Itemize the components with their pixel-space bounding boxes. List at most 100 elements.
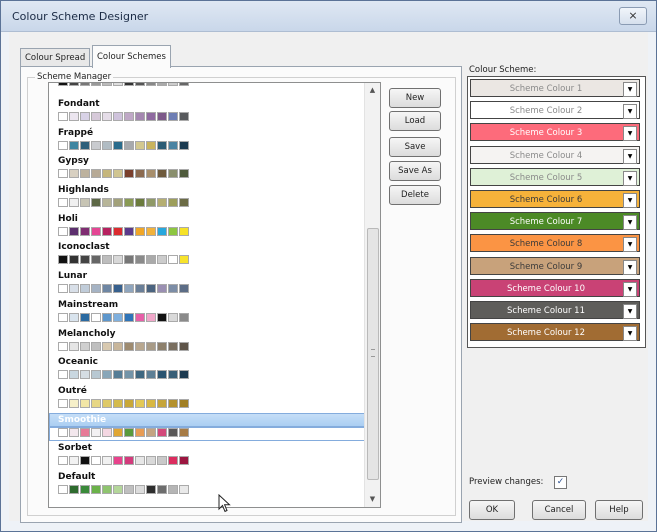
chevron-down-icon[interactable]: ▼: [623, 304, 637, 319]
colour-swatch: [124, 140, 134, 150]
save-button[interactable]: Save: [389, 137, 441, 157]
colour-swatch: [91, 112, 101, 121]
scheme-colour-row[interactable]: Scheme Colour 4 ▼: [470, 145, 640, 164]
colour-swatch: [91, 169, 101, 179]
close-button[interactable]: ⨯: [619, 7, 647, 25]
scheme-colour-row[interactable]: Scheme Colour 6 ▼: [470, 190, 640, 208]
scheme-swatch-strip: [58, 484, 189, 495]
colour-swatch: [102, 312, 112, 322]
new-button[interactable]: New: [389, 88, 441, 108]
scheme-list-item[interactable]: Lunar: [49, 268, 365, 297]
colour-swatch: [102, 484, 112, 494]
scheme-colour-row[interactable]: Scheme Colour 5 ▼: [470, 167, 640, 186]
colour-swatch: [113, 341, 123, 351]
colour-swatch: [157, 484, 167, 494]
chevron-down-icon[interactable]: ▼: [623, 104, 637, 120]
scheme-name: Frappé: [58, 127, 94, 138]
chevron-down-icon[interactable]: ▼: [623, 259, 637, 275]
colour-swatch: [69, 370, 79, 380]
scheme-list-item[interactable]: Sorbet: [49, 440, 365, 469]
colour-swatch: [113, 312, 123, 322]
cancel-button[interactable]: Cancel: [532, 500, 586, 520]
scheme-colour-label: Scheme Colour 10: [507, 283, 585, 294]
colour-swatch: [146, 427, 156, 437]
tab-colour-schemes[interactable]: Colour Schemes: [92, 45, 171, 68]
scheme-list-item[interactable]: Mainstream: [49, 297, 365, 326]
scheme-colour-row[interactable]: Scheme Colour 7 ▼: [470, 212, 640, 231]
load-button[interactable]: Load: [389, 111, 441, 131]
colour-swatch: [146, 312, 156, 322]
colour-schemes-panel: Scheme Manager Fondant Frappé Gypsy Highlan…: [20, 66, 462, 523]
colour-swatch: [102, 169, 112, 179]
scheme-list-item[interactable]: Outré: [49, 383, 365, 412]
colour-swatch: [102, 341, 112, 351]
colour-swatch: [146, 226, 156, 236]
scheme-list[interactable]: Fondant Frappé Gypsy Highlands Holi Iconoclas…: [48, 82, 381, 508]
scheme-list-item[interactable]: Default: [49, 469, 365, 498]
scheme-list-item[interactable]: [49, 83, 365, 96]
scheme-colour-row[interactable]: Scheme Colour 1 ▼: [470, 79, 640, 97]
scheme-list-item[interactable]: Oceanic: [49, 354, 365, 383]
scheme-colour-label: Scheme Colour 7: [509, 217, 583, 228]
grip-icon: [371, 349, 375, 357]
save-as-button[interactable]: Save As: [389, 161, 441, 181]
delete-button[interactable]: Delete: [389, 185, 441, 205]
scheme-colour-row[interactable]: Scheme Colour 10 ▼: [470, 278, 640, 297]
scheme-colour-row[interactable]: Scheme Colour 8 ▼: [470, 234, 640, 253]
colour-swatch: [168, 83, 178, 86]
scheme-colour-row[interactable]: Scheme Colour 2 ▼: [470, 101, 640, 120]
scheme-name: Highlands: [58, 185, 109, 196]
chevron-down-icon[interactable]: ▼: [623, 326, 637, 342]
scheme-list-item[interactable]: Iconoclast: [49, 239, 365, 268]
tab-colour-spread[interactable]: Colour Spread: [20, 48, 91, 67]
colour-swatch: [179, 284, 189, 294]
scheme-colour-row[interactable]: Scheme Colour 12 ▼: [470, 323, 640, 342]
scheme-colour-label: Scheme Colour 3: [509, 128, 583, 139]
scheme-colour-label: Scheme Colour 12: [507, 328, 585, 339]
colour-swatch: [124, 226, 134, 236]
chevron-down-icon[interactable]: ▼: [623, 215, 637, 231]
colour-swatch: [69, 484, 79, 494]
colour-swatch: [69, 198, 79, 208]
scheme-list-item[interactable]: Frappé: [49, 125, 365, 154]
chevron-down-icon[interactable]: ▼: [623, 126, 637, 142]
chevron-down-icon[interactable]: ▼: [623, 148, 637, 164]
chevron-down-icon[interactable]: ▼: [623, 237, 637, 253]
scheme-colour-row[interactable]: Scheme Colour 3 ▼: [470, 123, 640, 142]
colour-swatch: [91, 255, 101, 265]
colour-swatch: [58, 169, 68, 179]
scheme-colour-label: Scheme Colour 8: [509, 239, 583, 250]
dialog-window: Colour Scheme Designer ⨯ Colour Spread C…: [0, 0, 657, 532]
colour-swatch: [124, 427, 134, 437]
colour-swatch: [80, 83, 90, 86]
colour-swatch: [157, 312, 167, 322]
scheme-colour-label: Scheme Colour 4: [509, 150, 583, 161]
colour-swatch: [157, 370, 167, 380]
scroll-up-icon[interactable]: ▲: [365, 83, 380, 98]
help-button[interactable]: Help: [595, 500, 643, 520]
scheme-list-item[interactable]: Fondant: [49, 96, 365, 125]
scheme-list-item[interactable]: Highlands: [49, 182, 365, 211]
scheme-list-scrollbar[interactable]: ▲ ▼: [364, 83, 380, 507]
scroll-down-icon[interactable]: ▼: [365, 492, 380, 507]
scheme-list-item[interactable]: Smoothie: [49, 412, 365, 441]
scheme-list-item[interactable]: Melancholy: [49, 326, 365, 355]
colour-swatch: [146, 255, 156, 265]
scheme-colour-row[interactable]: Scheme Colour 11 ▼: [470, 301, 640, 319]
ok-button[interactable]: OK: [469, 500, 515, 520]
colour-swatch: [168, 140, 178, 150]
chevron-down-icon[interactable]: ▼: [623, 193, 637, 208]
chevron-down-icon[interactable]: ▼: [623, 281, 637, 297]
colour-swatch: [80, 398, 90, 408]
scheme-list-item[interactable]: Gypsy: [49, 153, 365, 182]
scheme-colour-row[interactable]: Scheme Colour 9 ▼: [470, 256, 640, 275]
chevron-down-icon[interactable]: ▼: [623, 170, 637, 186]
scheme-name: Gypsy: [58, 156, 89, 167]
colour-swatch: [124, 312, 134, 322]
chevron-down-icon[interactable]: ▼: [623, 82, 637, 97]
colour-swatch: [168, 456, 178, 466]
preview-changes-checkbox[interactable]: ✓: [554, 476, 567, 489]
colour-swatch: [146, 284, 156, 294]
scroll-thumb[interactable]: [367, 228, 379, 480]
scheme-list-item[interactable]: Holi: [49, 211, 365, 240]
